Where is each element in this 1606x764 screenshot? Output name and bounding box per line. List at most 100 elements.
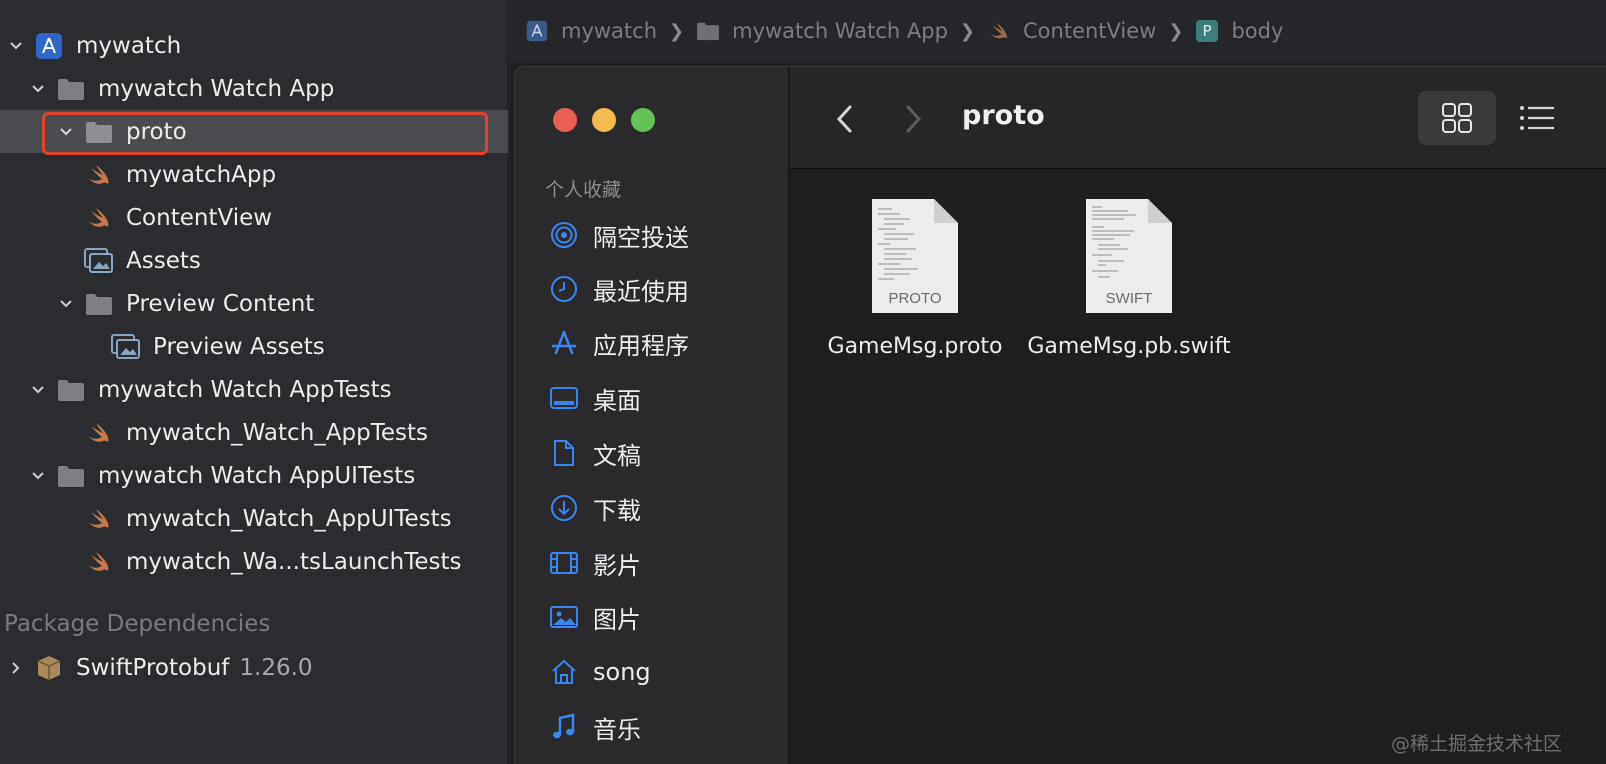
breadcrumb-item[interactable]: P body: [1195, 19, 1283, 43]
nav-label: Preview Content: [126, 290, 315, 317]
chevron-down-icon[interactable]: [28, 79, 48, 99]
sidebar-item-label: 桌面: [593, 386, 641, 415]
breadcrumb-label: body: [1231, 19, 1284, 43]
chevron-right-icon[interactable]: [6, 658, 26, 678]
project-navigator: mywatch mywatch Watch App proto mywatchA…: [0, 0, 508, 764]
close-window-button[interactable]: [553, 108, 577, 132]
folder-icon: [696, 19, 720, 43]
nav-label: mywatch_Wa...tsLaunchTests: [126, 548, 462, 575]
sidebar-item-movies[interactable]: 影片: [549, 543, 641, 583]
sidebar-item-recents[interactable]: 最近使用: [549, 269, 689, 309]
breadcrumb-label: mywatch: [561, 19, 658, 43]
sidebar-item-downloads[interactable]: 下载: [549, 488, 641, 528]
chevron-right-icon: ❯: [1168, 20, 1184, 42]
nav-label: SwiftProtobuf: [76, 654, 230, 681]
window-title: proto: [962, 100, 1045, 131]
swift-file-icon: [84, 504, 114, 534]
chevron-down-icon[interactable]: [56, 294, 76, 314]
proto-file-icon: PROTO: [870, 197, 960, 315]
nav-label: mywatch Watch App: [98, 75, 335, 102]
breadcrumb-item[interactable]: mywatch Watch App: [696, 19, 948, 43]
back-button[interactable]: [830, 101, 860, 137]
nav-file-contentview[interactable]: ContentView: [0, 196, 508, 239]
file-type-label: SWIFT: [1105, 290, 1153, 307]
nav-label: Assets: [126, 247, 201, 274]
breadcrumb-item[interactable]: ContentView: [987, 19, 1156, 43]
svg-text:P: P: [1203, 22, 1212, 40]
folder-icon: [56, 461, 86, 491]
file-item[interactable]: PROTO GameMsg.proto: [805, 197, 1025, 362]
sidebar-item-label: 应用程序: [593, 331, 689, 360]
nav-package-swiftprotobuf[interactable]: SwiftProtobuf 1.26.0: [0, 646, 508, 689]
nav-group-apptests[interactable]: mywatch Watch AppTests: [0, 368, 508, 411]
file-name: GameMsg.pb.swift: [1027, 334, 1231, 359]
swift-file-icon: [84, 203, 114, 233]
nav-group-appuitests[interactable]: mywatch Watch AppUITests: [0, 454, 508, 497]
nav-file-appuitests[interactable]: mywatch_Watch_AppUITests: [0, 497, 508, 540]
folder-icon: [56, 74, 86, 104]
package-version: 1.26.0: [239, 654, 313, 681]
finder-toolbar: proto: [790, 67, 1606, 169]
nav-file-preview-assets[interactable]: Preview Assets: [0, 325, 508, 368]
swift-file-icon: [84, 418, 114, 448]
nav-label: mywatch: [76, 32, 182, 59]
swift-file-icon: [84, 160, 114, 190]
grid-icon: [1442, 103, 1472, 133]
desktop-icon: [549, 383, 579, 413]
film-icon: [549, 548, 579, 578]
sidebar-item-label: 下载: [593, 496, 641, 525]
nav-label: mywatch_Watch_AppUITests: [126, 505, 452, 532]
favorites-section-title: 个人收藏: [545, 179, 622, 201]
minimize-window-button[interactable]: [592, 108, 616, 132]
document-icon: [549, 438, 579, 468]
file-item[interactable]: SWIFT GameMsg.pb.swift: [1019, 197, 1239, 362]
sidebar-item-home[interactable]: song: [549, 652, 651, 692]
swift-source-file-icon: SWIFT: [1084, 197, 1174, 315]
breadcrumb-label: ContentView: [1023, 19, 1157, 43]
chevron-down-icon[interactable]: [28, 380, 48, 400]
nav-file-assets[interactable]: Assets: [0, 239, 508, 282]
chevron-right-icon: ❯: [959, 20, 975, 42]
nav-file-apptests[interactable]: mywatch_Watch_AppTests: [0, 411, 508, 454]
app-store-icon: [549, 328, 579, 358]
zoom-window-button[interactable]: [631, 108, 655, 132]
chevron-down-icon[interactable]: [28, 466, 48, 486]
sidebar-item-label: 音乐: [593, 715, 641, 744]
sidebar-item-label: song: [593, 658, 651, 686]
sidebar-item-documents[interactable]: 文稿: [549, 433, 641, 473]
sidebar-item-airdrop[interactable]: 隔空投送: [549, 215, 689, 255]
nav-group-watch-app[interactable]: mywatch Watch App: [0, 67, 508, 110]
folder-icon: [84, 289, 114, 319]
watermark: @稀土掘金技术社区: [1390, 733, 1562, 755]
sidebar-item-desktop[interactable]: 桌面: [549, 378, 641, 418]
list-view-button[interactable]: [1512, 91, 1562, 145]
photo-icon: [549, 602, 579, 632]
chevron-down-icon[interactable]: [6, 36, 26, 56]
nav-project-row[interactable]: mywatch: [0, 24, 508, 67]
sidebar-item-label: 影片: [593, 551, 641, 580]
asset-catalog-icon: [111, 332, 141, 362]
xcode-project-icon: [525, 19, 549, 43]
chevron-right-icon: ❯: [669, 20, 685, 42]
icon-view-button[interactable]: [1418, 91, 1496, 145]
sidebar-item-pictures[interactable]: 图片: [549, 597, 641, 637]
xcode-project-icon: [34, 31, 64, 61]
sidebar-item-music[interactable]: 音乐: [549, 707, 641, 747]
selection-highlight-outline: [42, 112, 488, 155]
download-icon: [549, 493, 579, 523]
sidebar-item-label: 最近使用: [593, 277, 689, 306]
nav-label: ContentView: [126, 204, 273, 231]
clock-icon: [549, 274, 579, 304]
nav-file-launchtests[interactable]: mywatch_Wa...tsLaunchTests: [0, 540, 508, 583]
nav-file-mywatchapp[interactable]: mywatchApp: [0, 153, 508, 196]
breadcrumb-item[interactable]: mywatch: [525, 19, 657, 43]
sidebar-item-label: 隔空投送: [593, 223, 689, 252]
nav-label: mywatch Watch AppUITests: [98, 462, 416, 489]
list-icon: [1520, 106, 1554, 130]
sidebar-item-applications[interactable]: 应用程序: [549, 323, 689, 363]
nav-label: mywatchApp: [126, 161, 277, 188]
forward-button[interactable]: [898, 101, 928, 137]
nav-group-preview-content[interactable]: Preview Content: [0, 282, 508, 325]
folder-icon: [56, 375, 86, 405]
package-icon: [34, 653, 64, 683]
